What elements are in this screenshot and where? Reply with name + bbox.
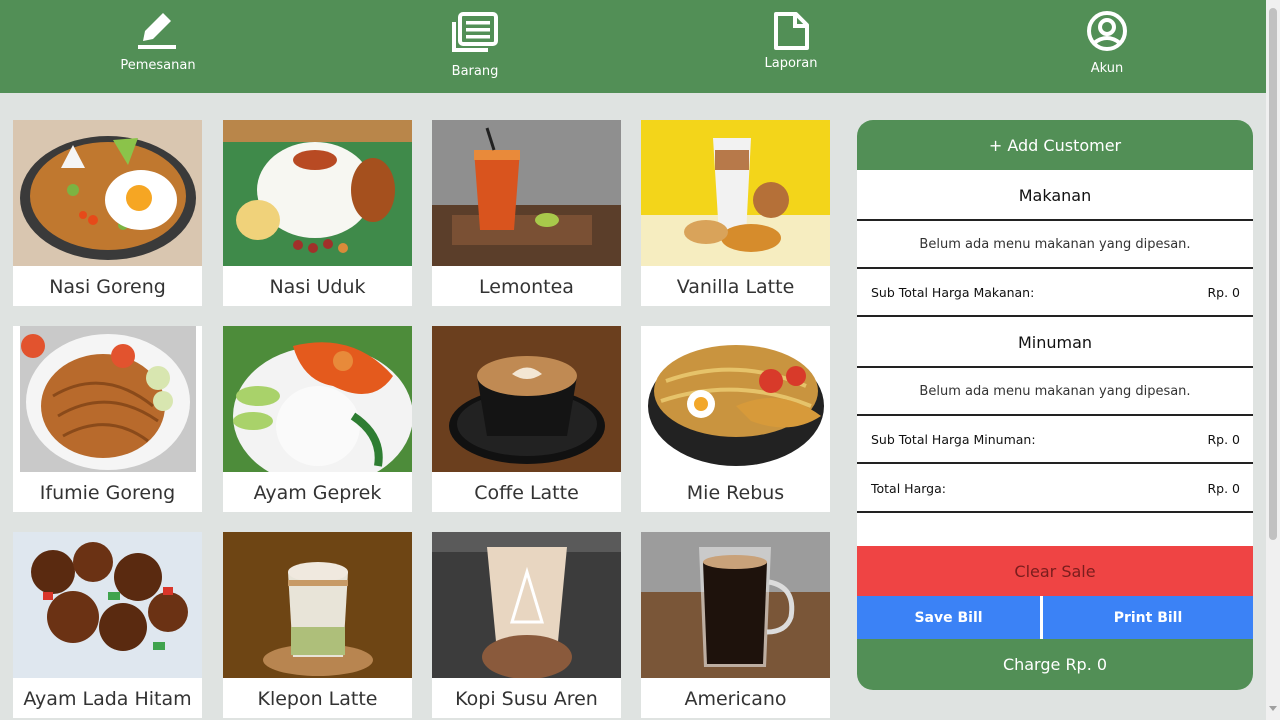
product-card-ifumie-goreng[interactable]: Ifumie Goreng [13, 326, 202, 512]
account-icon [1087, 11, 1127, 51]
product-card-klepon-latte[interactable]: Klepon Latte [223, 532, 412, 718]
product-name: Nasi Goreng [49, 276, 166, 298]
product-card-ayam-lada-hitam[interactable]: Ayam Lada Hitam [13, 532, 202, 718]
drink-subtotal-value: Rp. 0 [1207, 432, 1240, 447]
scrollbar-thumb[interactable] [1269, 8, 1277, 540]
product-name: Kopi Susu Aren [455, 688, 598, 710]
product-name: Coffe Latte [474, 482, 579, 504]
food-empty-message: Belum ada menu makanan yang dipesan. [857, 221, 1253, 269]
product-image [432, 326, 621, 472]
product-name: Vanilla Latte [676, 276, 795, 298]
product-card-americano[interactable]: Americano [641, 532, 830, 718]
product-card-nasi-goreng[interactable]: Nasi Goreng [13, 120, 202, 306]
product-card-coffe-latte[interactable]: Coffe Latte [432, 326, 621, 512]
top-navigation: Pemesanan Barang Laporan Akun [0, 0, 1266, 93]
product-image [641, 326, 830, 472]
drink-subtotal-label: Sub Total Harga Minuman: [871, 432, 1036, 447]
nav-label: Pemesanan [120, 58, 196, 73]
product-image [13, 532, 202, 678]
product-name: Lemontea [479, 276, 574, 298]
nav-item-barang[interactable]: Barang [405, 0, 545, 93]
product-image [641, 532, 830, 678]
total-value: Rp. 0 [1207, 481, 1240, 496]
food-section-title: Makanan [857, 170, 1253, 221]
product-image [13, 120, 202, 266]
total-row: Total Harga: Rp. 0 [857, 464, 1253, 513]
product-image [432, 532, 621, 678]
nav-label: Laporan [764, 56, 818, 71]
clear-sale-button[interactable]: Clear Sale [857, 546, 1253, 596]
product-card-mie-rebus[interactable]: Mie Rebus [641, 326, 830, 512]
order-panel: + Add Customer Makanan Belum ada menu ma… [857, 120, 1253, 690]
drink-empty-message: Belum ada menu makanan yang dipesan. [857, 368, 1253, 416]
pencil-icon [138, 13, 176, 49]
product-image [432, 120, 621, 266]
product-name: Klepon Latte [257, 688, 378, 710]
product-card-ayam-geprek[interactable]: Ayam Geprek [223, 326, 412, 512]
drink-subtotal-row: Sub Total Harga Minuman: Rp. 0 [857, 416, 1253, 464]
drink-section-title: Minuman [857, 317, 1253, 368]
page-scrollbar[interactable] [1266, 0, 1280, 720]
product-name: Americano [684, 688, 787, 710]
product-image [223, 326, 412, 472]
nav-item-akun[interactable]: Akun [1037, 0, 1177, 93]
product-name: Mie Rebus [686, 482, 785, 504]
product-card-vanilla-latte[interactable]: Vanilla Latte [641, 120, 830, 306]
nav-label: Barang [451, 64, 499, 79]
food-subtotal-row: Sub Total Harga Makanan: Rp. 0 [857, 269, 1253, 317]
total-label: Total Harga: [871, 481, 946, 496]
print-bill-button[interactable]: Print Bill [1043, 596, 1253, 639]
scroll-down-arrow-icon[interactable] [1269, 706, 1277, 711]
product-card-lemontea[interactable]: Lemontea [432, 120, 621, 306]
file-icon [774, 12, 809, 50]
product-card-nasi-uduk[interactable]: Nasi Uduk [223, 120, 412, 306]
charge-button[interactable]: Charge Rp. 0 [857, 639, 1253, 690]
product-name: Ayam Geprek [253, 482, 382, 504]
product-card-kopi-susu-aren[interactable]: Kopi Susu Aren [432, 532, 621, 718]
documents-icon [452, 12, 498, 52]
nav-label: Akun [1090, 61, 1124, 76]
save-bill-button[interactable]: Save Bill [857, 596, 1040, 639]
product-image [13, 326, 202, 472]
product-image [223, 532, 412, 678]
nav-item-laporan[interactable]: Laporan [721, 0, 861, 93]
food-subtotal-value: Rp. 0 [1207, 285, 1240, 300]
add-customer-button[interactable]: + Add Customer [857, 120, 1253, 170]
food-subtotal-label: Sub Total Harga Makanan: [871, 285, 1035, 300]
product-image [223, 120, 412, 266]
product-image [641, 120, 830, 266]
product-name: Ifumie Goreng [39, 482, 176, 504]
product-name: Ayam Lada Hitam [23, 688, 192, 710]
nav-item-pemesanan[interactable]: Pemesanan [88, 0, 228, 93]
product-name: Nasi Uduk [269, 276, 366, 298]
